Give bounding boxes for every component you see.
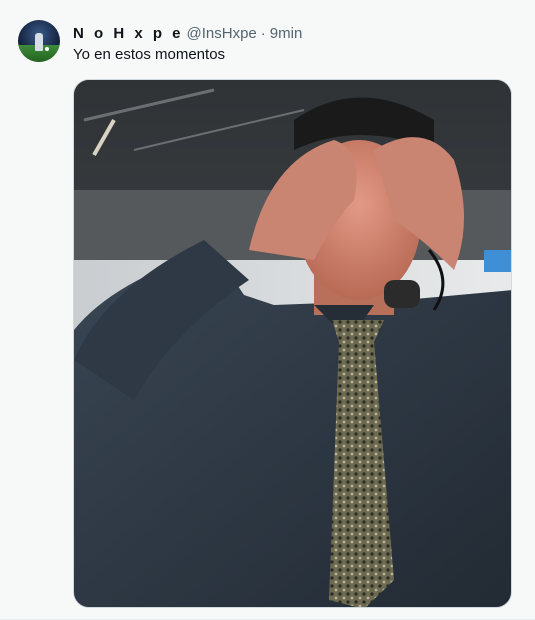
photo-image: [74, 80, 511, 607]
tweet-text: Yo en estos momentos: [73, 46, 226, 63]
tweet-card[interactable]: N o H x p e @InsHxpe · 9min Yo en estos …: [0, 0, 535, 620]
tweet-header: N o H x p e @InsHxpe · 9min: [73, 23, 302, 43]
tweet-timestamp[interactable]: 9min: [270, 25, 303, 42]
avatar-player: [35, 33, 43, 51]
user-avatar[interactable]: [18, 20, 60, 62]
display-name[interactable]: N o H x p e: [73, 25, 184, 42]
tweet-photo[interactable]: [73, 79, 512, 608]
header-separator: ·: [260, 24, 266, 42]
user-handle[interactable]: @InsHxpe: [187, 25, 257, 42]
avatar-ball: [45, 47, 49, 51]
